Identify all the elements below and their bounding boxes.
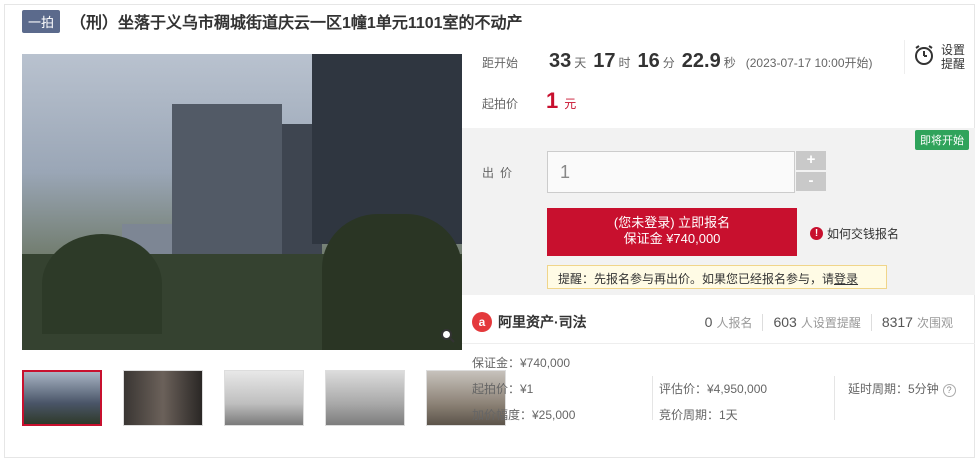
view-count: 8317 次围观 bbox=[870, 314, 963, 331]
zoom-icon[interactable] bbox=[440, 328, 458, 346]
days-unit: 天 bbox=[574, 56, 587, 70]
countdown-label: 距开始 bbox=[482, 56, 519, 70]
valuation-detail: 评估价：¥4,950,000 bbox=[659, 382, 768, 396]
auction-round-badge: 一拍 bbox=[22, 9, 61, 33]
countdown-hours: 17 bbox=[593, 50, 616, 72]
page-title: （刑）坐落于义乌市稠城街道庆云一区1幢1单元1101室的不动产 bbox=[70, 15, 523, 32]
countdown-minutes: 16 bbox=[637, 50, 660, 72]
status-badge: 即将开始 bbox=[915, 130, 969, 150]
start-price-label: 起拍价 bbox=[482, 97, 519, 111]
main-property-image[interactable] bbox=[22, 54, 462, 350]
alibaba-logo-icon: a bbox=[472, 311, 492, 332]
help-icon[interactable]: ? bbox=[942, 384, 956, 397]
auction-stats: 0 人报名 603 人设置提醒 8317 次围观 bbox=[695, 314, 963, 331]
bid-amount-input[interactable] bbox=[547, 151, 795, 193]
thumbnail[interactable] bbox=[22, 370, 102, 426]
deposit-detail: 保证金：¥740,000 bbox=[472, 356, 571, 370]
pay-help-label: 如何交钱报名 bbox=[827, 227, 900, 241]
alarm-clock-icon bbox=[913, 44, 935, 71]
platform-row: a 阿里资产·司法 0 人报名 603 人设置提醒 8317 次围观 bbox=[462, 300, 975, 344]
minutes-unit: 分 bbox=[662, 56, 675, 70]
start-price-unit: 元 bbox=[564, 97, 577, 111]
title-row: 一拍 （刑）坐落于义乌市稠城街道庆云一区1幢1单元1101室的不动产 bbox=[22, 9, 523, 33]
register-deposit: 保证金 ¥740,000 bbox=[623, 231, 721, 246]
reminder-label: 设置提醒 bbox=[941, 43, 966, 71]
delay-detail: 延时周期：5分钟? bbox=[848, 380, 956, 397]
info-icon: ! bbox=[810, 227, 823, 240]
bid-label: 出价 bbox=[482, 166, 519, 180]
thumbnail[interactable] bbox=[325, 370, 405, 426]
bid-section: 即将开始 出价 + - (您未登录) 立即报名 保证金 ¥740,000 ! 如… bbox=[462, 128, 975, 295]
countdown-seconds: 22.9 bbox=[681, 50, 721, 72]
registered-count: 0 人报名 bbox=[704, 314, 753, 330]
countdown-days: 33 bbox=[549, 50, 572, 72]
register-button[interactable]: (您未登录) 立即报名 保证金 ¥740,000 bbox=[547, 208, 797, 256]
login-tip: 提醒：先报名参与再出价。如果您已经报名参与，请登录 bbox=[547, 265, 887, 289]
platform-name: 阿里资产·司法 bbox=[498, 313, 587, 330]
increase-bid-button[interactable]: + bbox=[796, 151, 826, 170]
seconds-unit: 秒 bbox=[723, 56, 736, 70]
reminder-count: 603 人设置提醒 bbox=[762, 314, 870, 331]
cycle-detail: 竞价周期：1天 bbox=[659, 408, 738, 422]
set-reminder-button[interactable]: 设置提醒 bbox=[904, 40, 967, 74]
decrease-bid-button[interactable]: - bbox=[796, 172, 826, 191]
thumbnail-strip bbox=[22, 370, 506, 426]
increment-detail: 加价幅度：¥25,000 bbox=[472, 408, 576, 422]
start-time: (2023-07-17 10:00开始) bbox=[745, 56, 873, 70]
countdown: 距开始 33 天 17 时 16 分 22.9 秒 (2023-07-17 10… bbox=[482, 50, 873, 73]
start-price-detail: 起拍价：¥1 bbox=[472, 382, 534, 396]
thumbnail[interactable] bbox=[123, 370, 203, 426]
thumbnail[interactable] bbox=[224, 370, 304, 426]
login-link[interactable]: 登录 bbox=[834, 272, 858, 286]
hours-unit: 时 bbox=[618, 56, 631, 70]
start-price-value: 1 bbox=[546, 88, 559, 113]
tip-text: 提醒：先报名参与再出价。如果您已经报名参与，请 bbox=[558, 272, 835, 286]
start-price-row: 起拍价 1 元 bbox=[482, 88, 576, 114]
pay-help-link[interactable]: ! 如何交钱报名 bbox=[810, 225, 899, 242]
register-button-label: (您未登录) 立即报名 bbox=[613, 215, 731, 230]
